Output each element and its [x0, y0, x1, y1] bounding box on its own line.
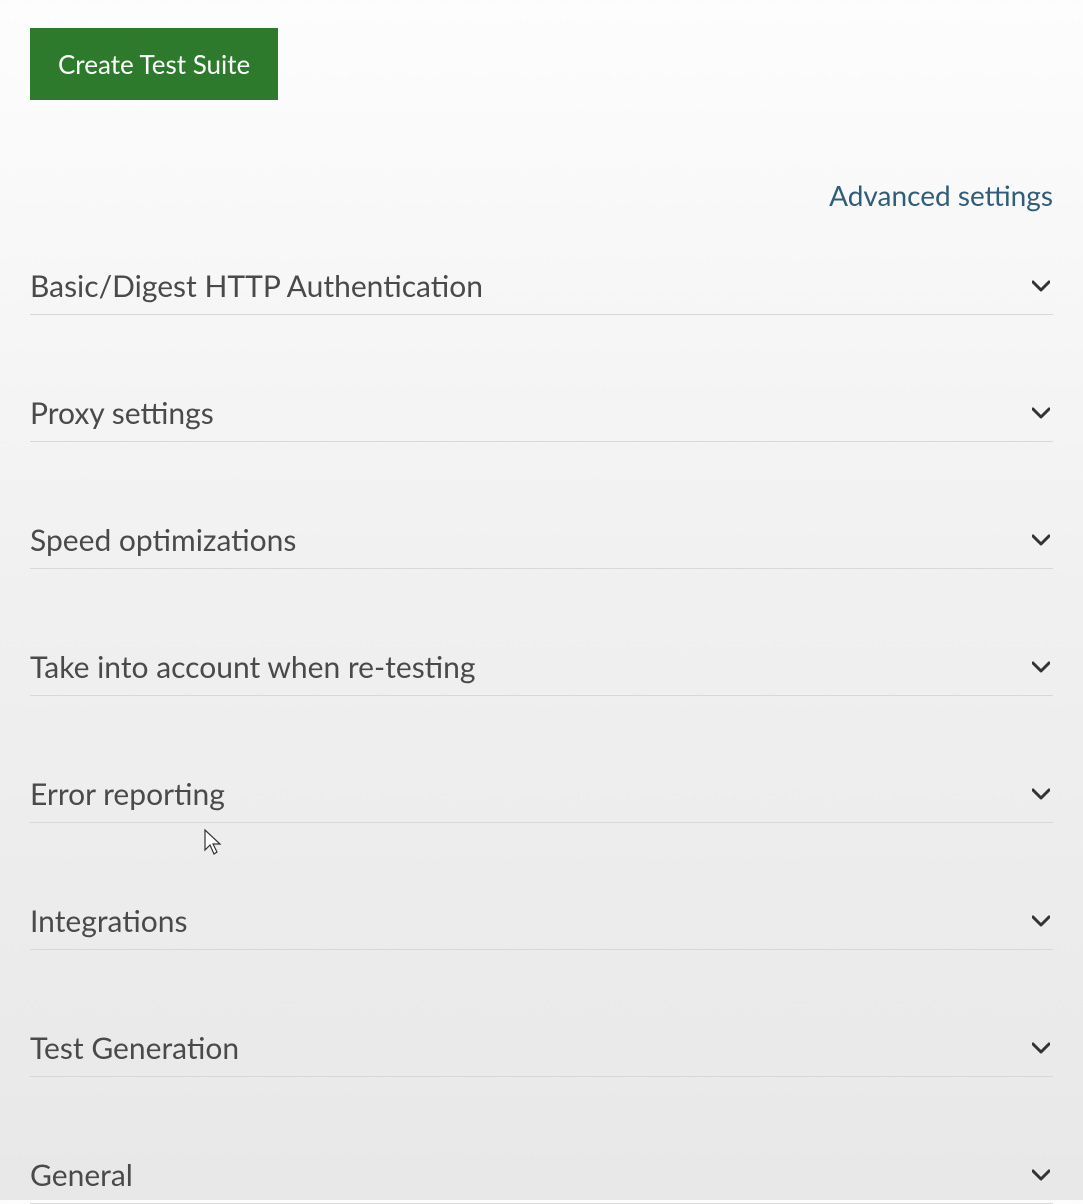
accordion-title: General: [30, 1157, 133, 1193]
chevron-down-icon: [1029, 528, 1053, 552]
accordion-title: Integrations: [30, 903, 187, 939]
accordion-test-generation[interactable]: Test Generation: [30, 1016, 1053, 1077]
accordion-title: Test Generation: [30, 1030, 239, 1066]
accordion-title: Take into account when re-testing: [30, 649, 476, 685]
chevron-down-icon: [1029, 274, 1053, 298]
accordion-http-auth[interactable]: Basic/Digest HTTP Authentication: [30, 254, 1053, 315]
create-test-suite-button[interactable]: Create Test Suite: [30, 28, 278, 100]
chevron-down-icon: [1029, 1036, 1053, 1060]
accordion-proxy-settings[interactable]: Proxy settings: [30, 381, 1053, 442]
accordion-title: Proxy settings: [30, 395, 214, 431]
accordion-title: Basic/Digest HTTP Authentication: [30, 268, 483, 304]
chevron-down-icon: [1029, 782, 1053, 806]
accordion-title: Speed optimizations: [30, 522, 296, 558]
advanced-settings-container: Advanced settings: [30, 178, 1053, 212]
chevron-down-icon: [1029, 655, 1053, 679]
chevron-down-icon: [1029, 909, 1053, 933]
accordion-integrations[interactable]: Integrations: [30, 889, 1053, 950]
accordion-general[interactable]: General: [30, 1143, 1053, 1204]
accordion-title: Error reporting: [30, 776, 225, 812]
chevron-down-icon: [1029, 401, 1053, 425]
advanced-settings-link[interactable]: Advanced settings: [829, 178, 1053, 212]
chevron-down-icon: [1029, 1163, 1053, 1187]
accordion-error-reporting[interactable]: Error reporting: [30, 762, 1053, 823]
accordion-speed-optimizations[interactable]: Speed optimizations: [30, 508, 1053, 569]
accordion-retest-account[interactable]: Take into account when re-testing: [30, 635, 1053, 696]
